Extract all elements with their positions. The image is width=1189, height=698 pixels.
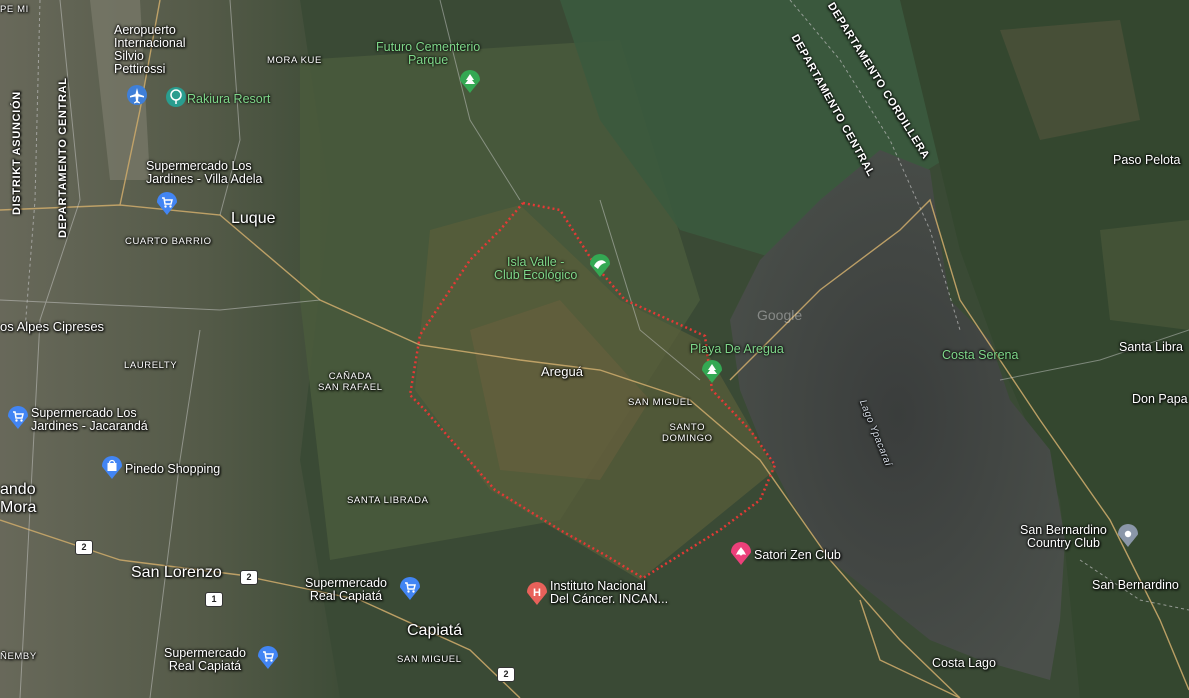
airport-label[interactable]: Aeropuerto Internacional Silvio Pettiros… [114,24,186,76]
nemby-label: ÑEMBY [0,651,37,662]
satori-zen-club-label[interactable]: Satori Zen Club [754,549,841,562]
route-shield: 1 [205,592,223,607]
san-miguel-label: SAN MIGUEL [628,397,693,408]
google-watermark: Google [757,307,803,323]
place-icon[interactable] [1117,524,1139,548]
supermercado-real-capiata-label[interactable]: Supermercado Real Capiatá [164,647,246,673]
santa-librada-label: SANTA LIBRADA [347,495,429,506]
nature-club-icon[interactable] [589,254,611,278]
fernando-de-la-mora-label: ando Mora [0,481,37,516]
laurelty-label: LAURELTY [124,360,178,371]
shopping-bag-icon[interactable] [101,456,123,480]
svg-text:H: H [533,587,541,599]
santo-domingo-label: SANTO DOMINGO [662,422,713,444]
paso-pelota-label: Paso Pelota [1113,153,1181,167]
costa-lago-label: Costa Lago [932,656,996,670]
san-lorenzo-label: San Lorenzo [131,564,222,581]
alpes-cipreses-label: os Alpes Cipreses [0,319,105,334]
shopping-cart-icon[interactable] [7,406,29,430]
shopping-cart-icon[interactable] [257,646,279,670]
district-asuncion-label: DISTRIKT ASUNCIÓN [11,91,23,215]
park-icon[interactable] [701,360,723,384]
hospital-icon[interactable]: H [526,582,548,606]
route-shield: 2 [497,667,515,682]
costa-serena-label: Costa Serena [942,348,1019,362]
isla-valle-label[interactable]: Isla Valle - Club Ecológico [494,256,577,282]
luque-label: Luque [231,210,276,227]
shopping-cart-icon[interactable] [156,192,178,216]
mora-kue-label: MORA KUE [267,55,322,66]
place-label: PE MI [0,4,29,15]
san-miguel-label: SAN MIGUEL [397,654,462,665]
resort-icon[interactable] [165,86,187,110]
route-shield: 2 [240,570,258,585]
park-icon[interactable] [459,70,481,94]
departamento-central-label: DEPARTAMENTO CENTRAL [57,77,69,238]
san-bernardino-label: San Bernardino [1092,578,1179,592]
rakiura-label[interactable]: Rakiura Resort [187,93,270,106]
playa-de-aregua-label[interactable]: Playa De Aregua [690,343,784,356]
don-papa-label: Don Papa [1132,392,1188,406]
pinedo-shopping-label[interactable]: Pinedo Shopping [125,463,220,476]
spa-icon[interactable] [730,542,752,566]
cuarto-barrio-label: CUARTO BARRIO [125,236,212,247]
canada-san-rafael-label: CAÑADA SAN RAFAEL [318,371,383,393]
capiata-label: Capiatá [407,622,463,639]
airplane-icon[interactable] [126,84,148,108]
instituto-cancer-label[interactable]: Instituto Nacional Del Cáncer. INCAN... [550,580,668,606]
futuro-cementerio-label[interactable]: Futuro Cementerio Parque [376,41,480,67]
route-shield: 2 [75,540,93,555]
supermercado-villa-adela-label[interactable]: Supermercado Los Jardines - Villa Adela [146,160,263,186]
aregua-label: Areguá [541,364,583,379]
supermercado-jacaranda-label[interactable]: Supermercado Los Jardines - Jacarandá [31,407,148,433]
satellite-map[interactable]: 2 2 1 2 H PE MI Aeropuerto Internacional… [0,0,1189,698]
santa-libra-label: Santa Libra [1119,340,1183,354]
san-bernardino-country-club-label[interactable]: San Bernardino Country Club [1020,524,1107,550]
shopping-cart-icon[interactable] [399,577,421,601]
supermercado-real-capiata-label[interactable]: Supermercado Real Capiatá [305,577,387,603]
